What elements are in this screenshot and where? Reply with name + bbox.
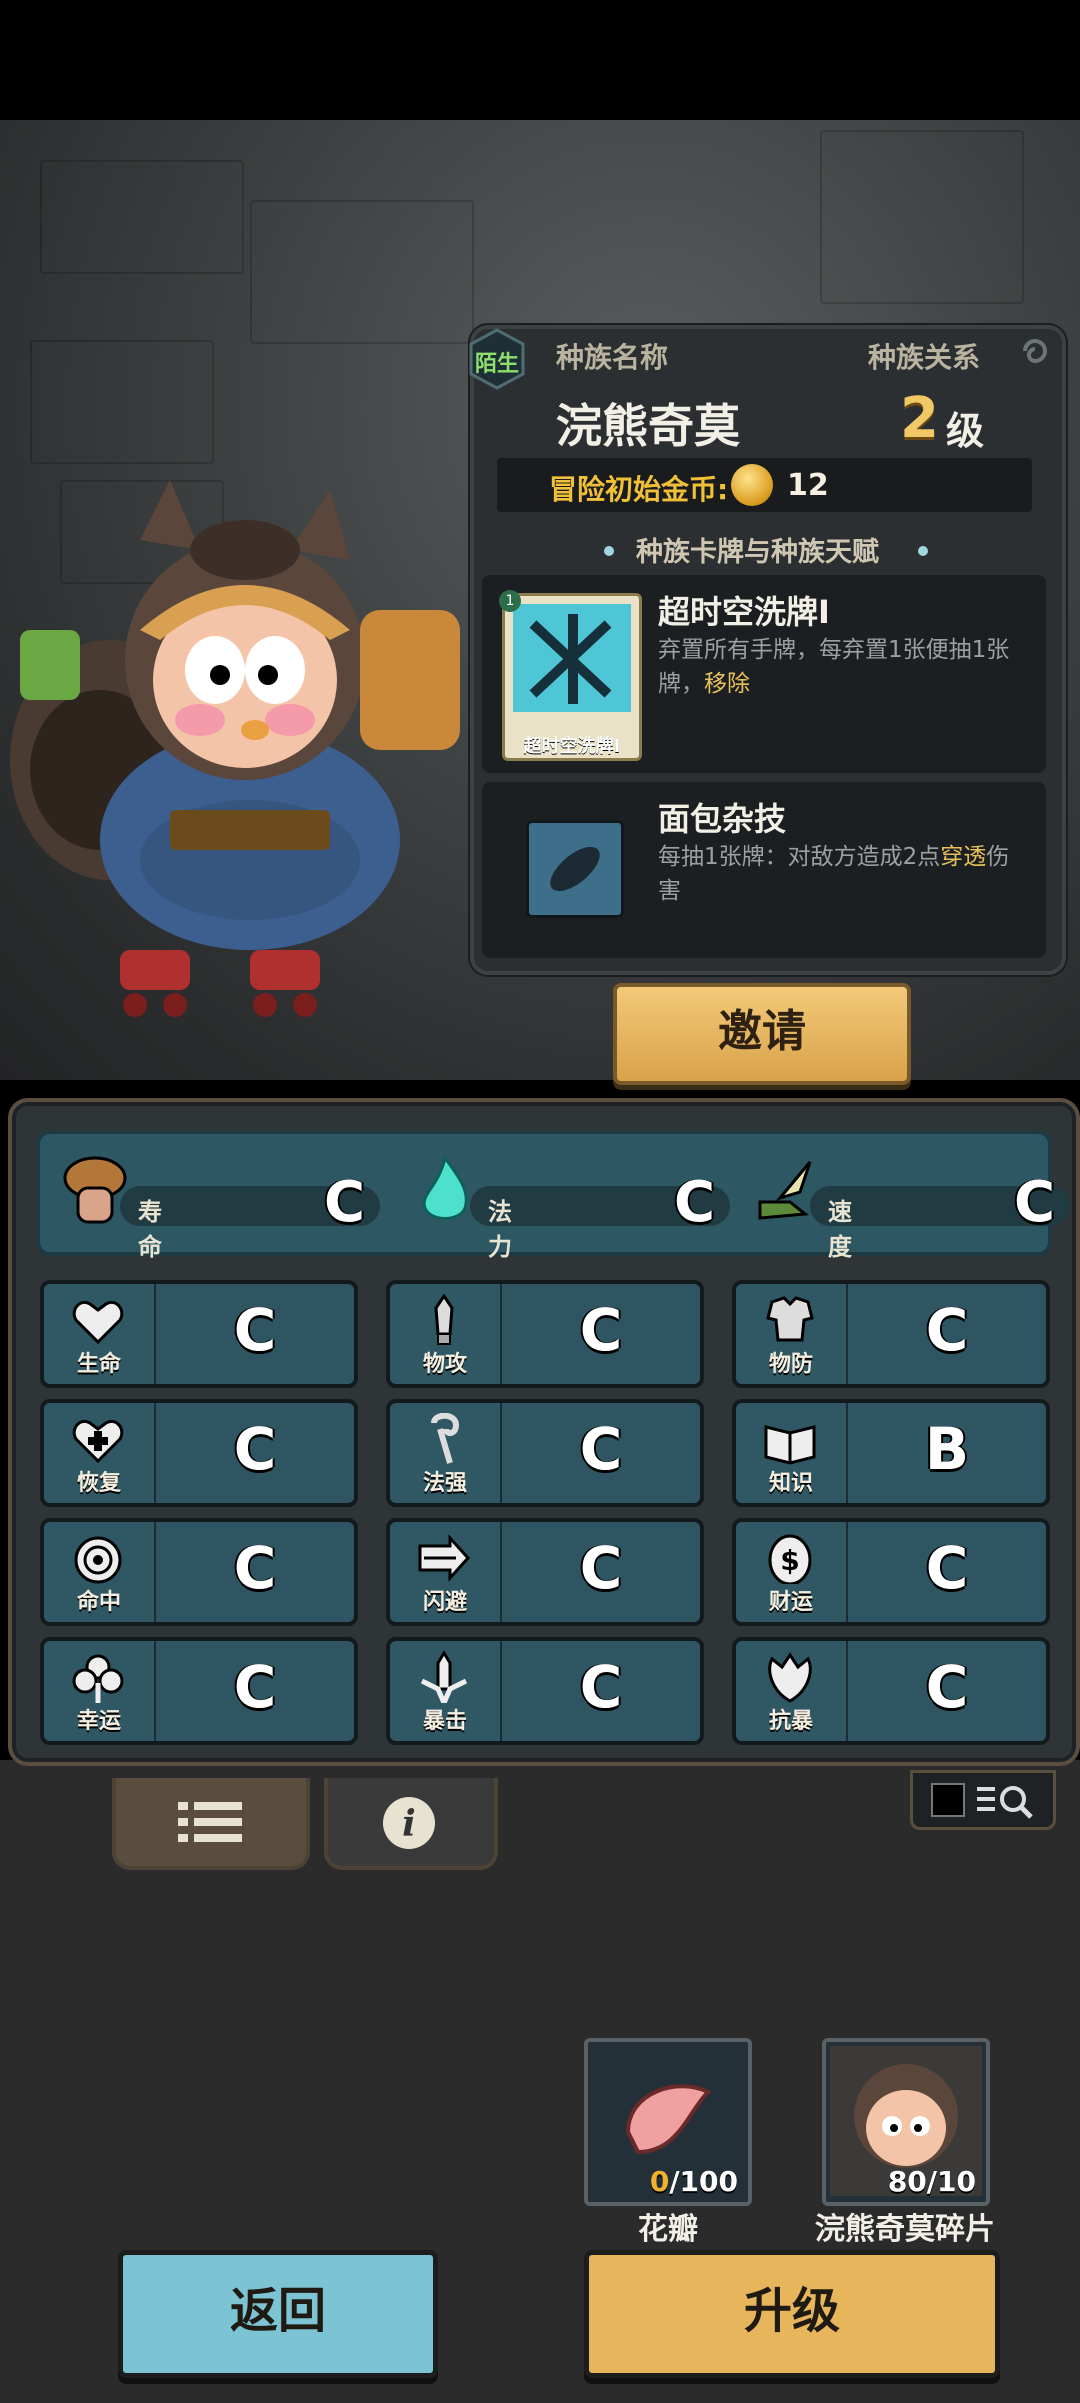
section-dot-left [604,546,614,556]
dash-arrow-icon [418,1534,471,1582]
stat-grade: C [925,1296,969,1364]
stat-cell: 生命 C [40,1280,358,1388]
stat-name: 命中 [76,1590,121,1615]
back-button[interactable]: 返回 [118,2250,438,2378]
clover-icon [72,1654,124,1703]
wing-boot-icon [758,1161,812,1220]
petal-icon [625,2084,712,2155]
tab-list[interactable] [112,1778,310,1870]
stat-name: 物攻 [422,1352,467,1377]
race-relation-label: 种族关系 [868,341,981,374]
shield-flower-icon [768,1652,812,1703]
heart-icon [72,1301,124,1345]
search-list-icon[interactable] [977,1781,1037,1819]
stat-name: 生命 [76,1352,121,1377]
sword-icon [434,1294,454,1345]
stat-name: 财运 [768,1590,813,1615]
stat-cell: 闪避 C [386,1518,704,1626]
section-dot-right [918,546,928,556]
status-bar [0,0,1080,120]
stat-name: 法强 [422,1471,467,1496]
filter-search-toolbar[interactable] [910,1770,1056,1830]
section-title: 种族卡牌与种族天赋 [636,537,879,568]
tab-info[interactable]: i [324,1778,498,1870]
talent-description: 每抽1张牌：对敌方造成2点穿透伤害 [658,844,1010,904]
shuffle-art-icon [513,604,631,712]
stat-name: 知识 [768,1471,813,1496]
material-name: 花瓣 [638,2212,698,2247]
stat-grade: C [579,1534,623,1602]
race-talent[interactable]: 面包杂技 每抽1张牌：对敌方造成2点穿透伤害 [482,782,1046,958]
staff-icon [431,1413,460,1464]
stat-name: 暴击 [422,1709,467,1734]
list-icon [178,1802,242,1842]
stat-cell: 法强 C [386,1399,704,1507]
gold-coin-icon [731,464,773,506]
mushroom-icon [63,1156,127,1224]
start-gold-label: 冒险初始金币: [549,473,729,506]
bread-juggle-icon [526,820,624,918]
upgrade-button[interactable]: 升级 [584,2250,1000,2378]
material-count: 0/100 [649,2165,738,2198]
material-raccoon-shard[interactable]: 80/10 [822,2038,990,2206]
stat-grade: C [579,1415,623,1483]
stat-name: 恢复 [76,1471,121,1496]
talent-title: 面包杂技 [658,800,787,838]
stat-grade: C [233,1534,277,1602]
invite-button[interactable]: 邀请 [613,983,911,1085]
stat-grade: C [233,1415,277,1483]
crit-sword-icon [420,1651,468,1703]
book-icon [764,1425,816,1465]
swirl-icon [1023,339,1047,364]
race-name-label: 种族名称 [556,341,669,374]
start-gold-value: 12 [787,468,829,503]
filter-checkbox[interactable] [931,1783,965,1817]
stat-cell: 物防 C [732,1280,1050,1388]
flame-icon [422,1154,468,1220]
coin-icon: $ [768,1534,812,1584]
card-cost-badge: 1 [499,590,521,612]
stat-grade: C [233,1296,277,1364]
stat-cell: 幸运 C [40,1637,358,1745]
svg-text:$: $ [780,1544,799,1577]
card-description: 弃置所有手牌，每弃置1张便抽1张牌，移除 [658,637,1010,697]
target-icon [74,1536,122,1584]
relation-badge-text: 陌生 [474,352,519,377]
material-petal[interactable]: 0/100 [584,2038,752,2206]
stat-name: 物防 [768,1352,813,1377]
card-art-caption: 超时空洗牌I [523,736,621,757]
stat-name: 闪避 [422,1590,467,1615]
stat-grade: C [579,1296,623,1364]
race-card[interactable]: 超时空洗牌I 1 超时空洗牌I 弃置所有手牌，每弃置1张便抽1张牌，移除 [482,575,1046,773]
card-art: 超时空洗牌I 1 [499,590,642,761]
card-title: 超时空洗牌I [658,593,830,631]
race-level-number: 2 [900,386,939,451]
stat-grade: C [925,1534,969,1602]
heart-plus-icon [72,1420,124,1464]
stat-cell: 知识 B [732,1399,1050,1507]
start-gold-bar: 冒险初始金币: 12 [497,458,1032,512]
stat-name: 抗暴 [768,1709,813,1734]
relation-badge: 陌生 [468,328,526,390]
stat-cell: 暴击 C [386,1637,704,1745]
raccoon-character [10,480,460,1017]
material-count: 80/10 [887,2165,976,2198]
stat-grade: C [579,1653,623,1721]
svg-text:i: i [402,1803,416,1845]
stat-cell: 物攻 C [386,1280,704,1388]
stat-cell: 抗暴 C [732,1637,1050,1745]
stat-cell: 恢复 C [40,1399,358,1507]
stat-cell: 命中 C [40,1518,358,1626]
stat-name: 幸运 [76,1709,121,1734]
race-name: 浣熊奇莫 [556,399,740,453]
stat-grade: B [924,1415,970,1483]
armor-icon [766,1296,814,1342]
stat-grade: C [233,1653,277,1721]
stat-grade: C [925,1653,969,1721]
stat-cell: $ 财运 C [732,1518,1050,1626]
material-name: 浣熊奇莫碎片 [815,2212,995,2247]
info-icon: i [383,1797,435,1849]
race-level-suffix: 级 [946,409,985,453]
